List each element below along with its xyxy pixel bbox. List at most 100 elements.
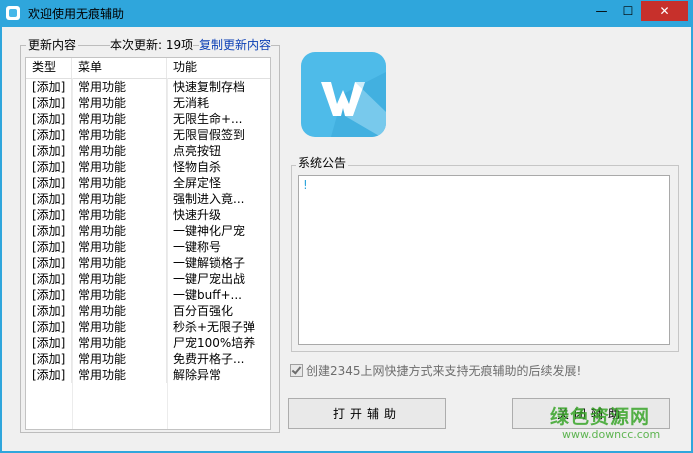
row-menu: 常用功能 bbox=[72, 351, 167, 367]
row-menu: 常用功能 bbox=[72, 111, 167, 127]
row-menu: 常用功能 bbox=[72, 239, 167, 255]
table-row[interactable]: [添加] 常用功能 怪物自杀 bbox=[26, 159, 270, 175]
update-group-title: 更新内容 bbox=[26, 38, 79, 52]
shortcut-checkbox-row[interactable]: 创建2345上网快捷方式来支持无痕辅助的后续发展! bbox=[290, 362, 581, 379]
watermark-url: www.downcc.com bbox=[562, 428, 661, 441]
open-assist-button[interactable]: 打开辅助 bbox=[288, 398, 446, 429]
row-menu: 常用功能 bbox=[72, 319, 167, 335]
row-function: 免费开格子... bbox=[173, 352, 245, 366]
table-row[interactable]: [添加] 常用功能 一键buff+... bbox=[26, 287, 270, 303]
row-menu: 常用功能 bbox=[72, 271, 167, 287]
table-row[interactable]: [添加] 常用功能 强制进入竟... bbox=[26, 191, 270, 207]
row-function: 无限生命+... bbox=[173, 112, 243, 126]
watermark-text: 绿色资源网 bbox=[550, 406, 651, 428]
shortcut-checkbox-label: 创建2345上网快捷方式来支持无痕辅助的后续发展! bbox=[306, 364, 582, 378]
table-row[interactable]: [添加] 常用功能 全屏定怪 bbox=[26, 175, 270, 191]
row-menu: 常用功能 bbox=[72, 367, 167, 383]
shortcut-checkbox[interactable] bbox=[290, 364, 303, 377]
row-function: 解除异常 bbox=[173, 368, 222, 382]
row-function: 全屏定怪 bbox=[173, 176, 222, 190]
row-type: [添加] bbox=[26, 111, 72, 127]
list-rows: [添加] 常用功能 快速复制存档 [添加] 常用功能 无消耗 [添加] 常用功能 无限生命+..… bbox=[26, 79, 270, 383]
row-function: 强制进入竟... bbox=[173, 192, 245, 206]
row-function: 快速复制存档 bbox=[173, 80, 246, 94]
table-row[interactable]: [添加] 常用功能 快速升级 bbox=[26, 207, 270, 223]
list-header: 类型 菜单 功能 bbox=[26, 58, 270, 79]
table-row[interactable]: [添加] 常用功能 无消耗 bbox=[26, 95, 270, 111]
update-count: 本次更新: 19项 bbox=[110, 38, 194, 52]
table-row[interactable]: [添加] 常用功能 尸宠100%培养 bbox=[26, 335, 270, 351]
table-row[interactable]: [添加] 常用功能 一键称号 bbox=[26, 239, 270, 255]
table-row[interactable]: [添加] 常用功能 秒杀+无限子弹 bbox=[26, 319, 270, 335]
row-function: 百分百强化 bbox=[173, 304, 234, 318]
table-row[interactable]: [添加] 常用功能 百分百强化 bbox=[26, 303, 270, 319]
table-row[interactable]: [添加] 常用功能 无限生命+... bbox=[26, 111, 270, 127]
table-row[interactable]: [添加] 常用功能 快速复制存档 bbox=[26, 79, 270, 95]
row-function: 快速升级 bbox=[173, 208, 222, 222]
row-function: 无限冒假签到 bbox=[173, 128, 246, 142]
row-type: [添加] bbox=[26, 143, 72, 159]
row-type: [添加] bbox=[26, 223, 72, 239]
row-menu: 常用功能 bbox=[72, 79, 167, 95]
copy-update-link[interactable]: 复制更新内容 bbox=[199, 38, 272, 52]
notice-content[interactable]: ! bbox=[298, 175, 670, 345]
column-header-menu[interactable]: 菜单 bbox=[72, 58, 167, 78]
row-type: [添加] bbox=[26, 271, 72, 287]
maximize-button[interactable]: ☐ bbox=[615, 1, 641, 21]
row-function: 一键尸宠出战 bbox=[173, 272, 246, 286]
row-type: [添加] bbox=[26, 127, 72, 143]
row-function: 怪物自杀 bbox=[173, 160, 222, 174]
table-row[interactable]: [添加] 常用功能 一键解锁格子 bbox=[26, 255, 270, 271]
table-row[interactable]: [添加] 常用功能 无限冒假签到 bbox=[26, 127, 270, 143]
row-menu: 常用功能 bbox=[72, 143, 167, 159]
row-function: 一键神化尸宠 bbox=[173, 224, 246, 238]
row-function: 秒杀+无限子弹 bbox=[173, 320, 256, 334]
row-menu: 常用功能 bbox=[72, 175, 167, 191]
table-row[interactable]: [添加] 常用功能 点亮按钮 bbox=[26, 143, 270, 159]
row-type: [添加] bbox=[26, 303, 72, 319]
row-menu: 常用功能 bbox=[72, 303, 167, 319]
app-icon bbox=[6, 6, 20, 20]
title-bar[interactable]: 欢迎使用无痕辅助 — ☐ ✕ bbox=[0, 0, 693, 27]
row-menu: 常用功能 bbox=[72, 207, 167, 223]
w-logo-icon bbox=[321, 72, 386, 137]
row-menu: 常用功能 bbox=[72, 191, 167, 207]
row-type: [添加] bbox=[26, 175, 72, 191]
row-menu: 常用功能 bbox=[72, 335, 167, 351]
row-function: 无消耗 bbox=[173, 96, 210, 110]
row-type: [添加] bbox=[26, 287, 72, 303]
update-list[interactable]: 类型 菜单 功能 [添加] 常用功能 快速复制存档 [添加] 常用功能 无消耗 [添加] 常用… bbox=[25, 57, 271, 430]
app-logo bbox=[301, 52, 386, 137]
row-menu: 常用功能 bbox=[72, 223, 167, 239]
row-function: 一键解锁格子 bbox=[173, 256, 246, 270]
table-row[interactable]: [添加] 常用功能 免费开格子... bbox=[26, 351, 270, 367]
table-row[interactable]: [添加] 常用功能 解除异常 bbox=[26, 367, 270, 383]
column-header-function[interactable]: 功能 bbox=[167, 58, 270, 78]
close-window-button[interactable]: ✕ bbox=[641, 1, 688, 21]
row-type: [添加] bbox=[26, 319, 72, 335]
minimize-button[interactable]: — bbox=[588, 1, 615, 21]
table-row[interactable]: [添加] 常用功能 一键神化尸宠 bbox=[26, 223, 270, 239]
row-type: [添加] bbox=[26, 79, 72, 95]
row-function: 点亮按钮 bbox=[173, 144, 222, 158]
row-type: [添加] bbox=[26, 159, 72, 175]
row-menu: 常用功能 bbox=[72, 255, 167, 271]
row-function: 一键buff+... bbox=[173, 288, 242, 302]
row-function: 尸宠100%培养 bbox=[173, 336, 256, 350]
row-type: [添加] bbox=[26, 335, 72, 351]
row-type: [添加] bbox=[26, 367, 72, 383]
row-type: [添加] bbox=[26, 255, 72, 271]
row-type: [添加] bbox=[26, 191, 72, 207]
window-title: 欢迎使用无痕辅助 bbox=[28, 7, 125, 21]
table-row[interactable]: [添加] 常用功能 一键尸宠出战 bbox=[26, 271, 270, 287]
row-menu: 常用功能 bbox=[72, 127, 167, 143]
row-menu: 常用功能 bbox=[72, 287, 167, 303]
row-menu: 常用功能 bbox=[72, 159, 167, 175]
row-type: [添加] bbox=[26, 207, 72, 223]
column-header-type[interactable]: 类型 bbox=[26, 58, 72, 78]
notice-title: 系统公告 bbox=[296, 156, 349, 170]
row-function: 一键称号 bbox=[173, 240, 222, 254]
row-menu: 常用功能 bbox=[72, 95, 167, 111]
row-type: [添加] bbox=[26, 239, 72, 255]
row-type: [添加] bbox=[26, 95, 72, 111]
